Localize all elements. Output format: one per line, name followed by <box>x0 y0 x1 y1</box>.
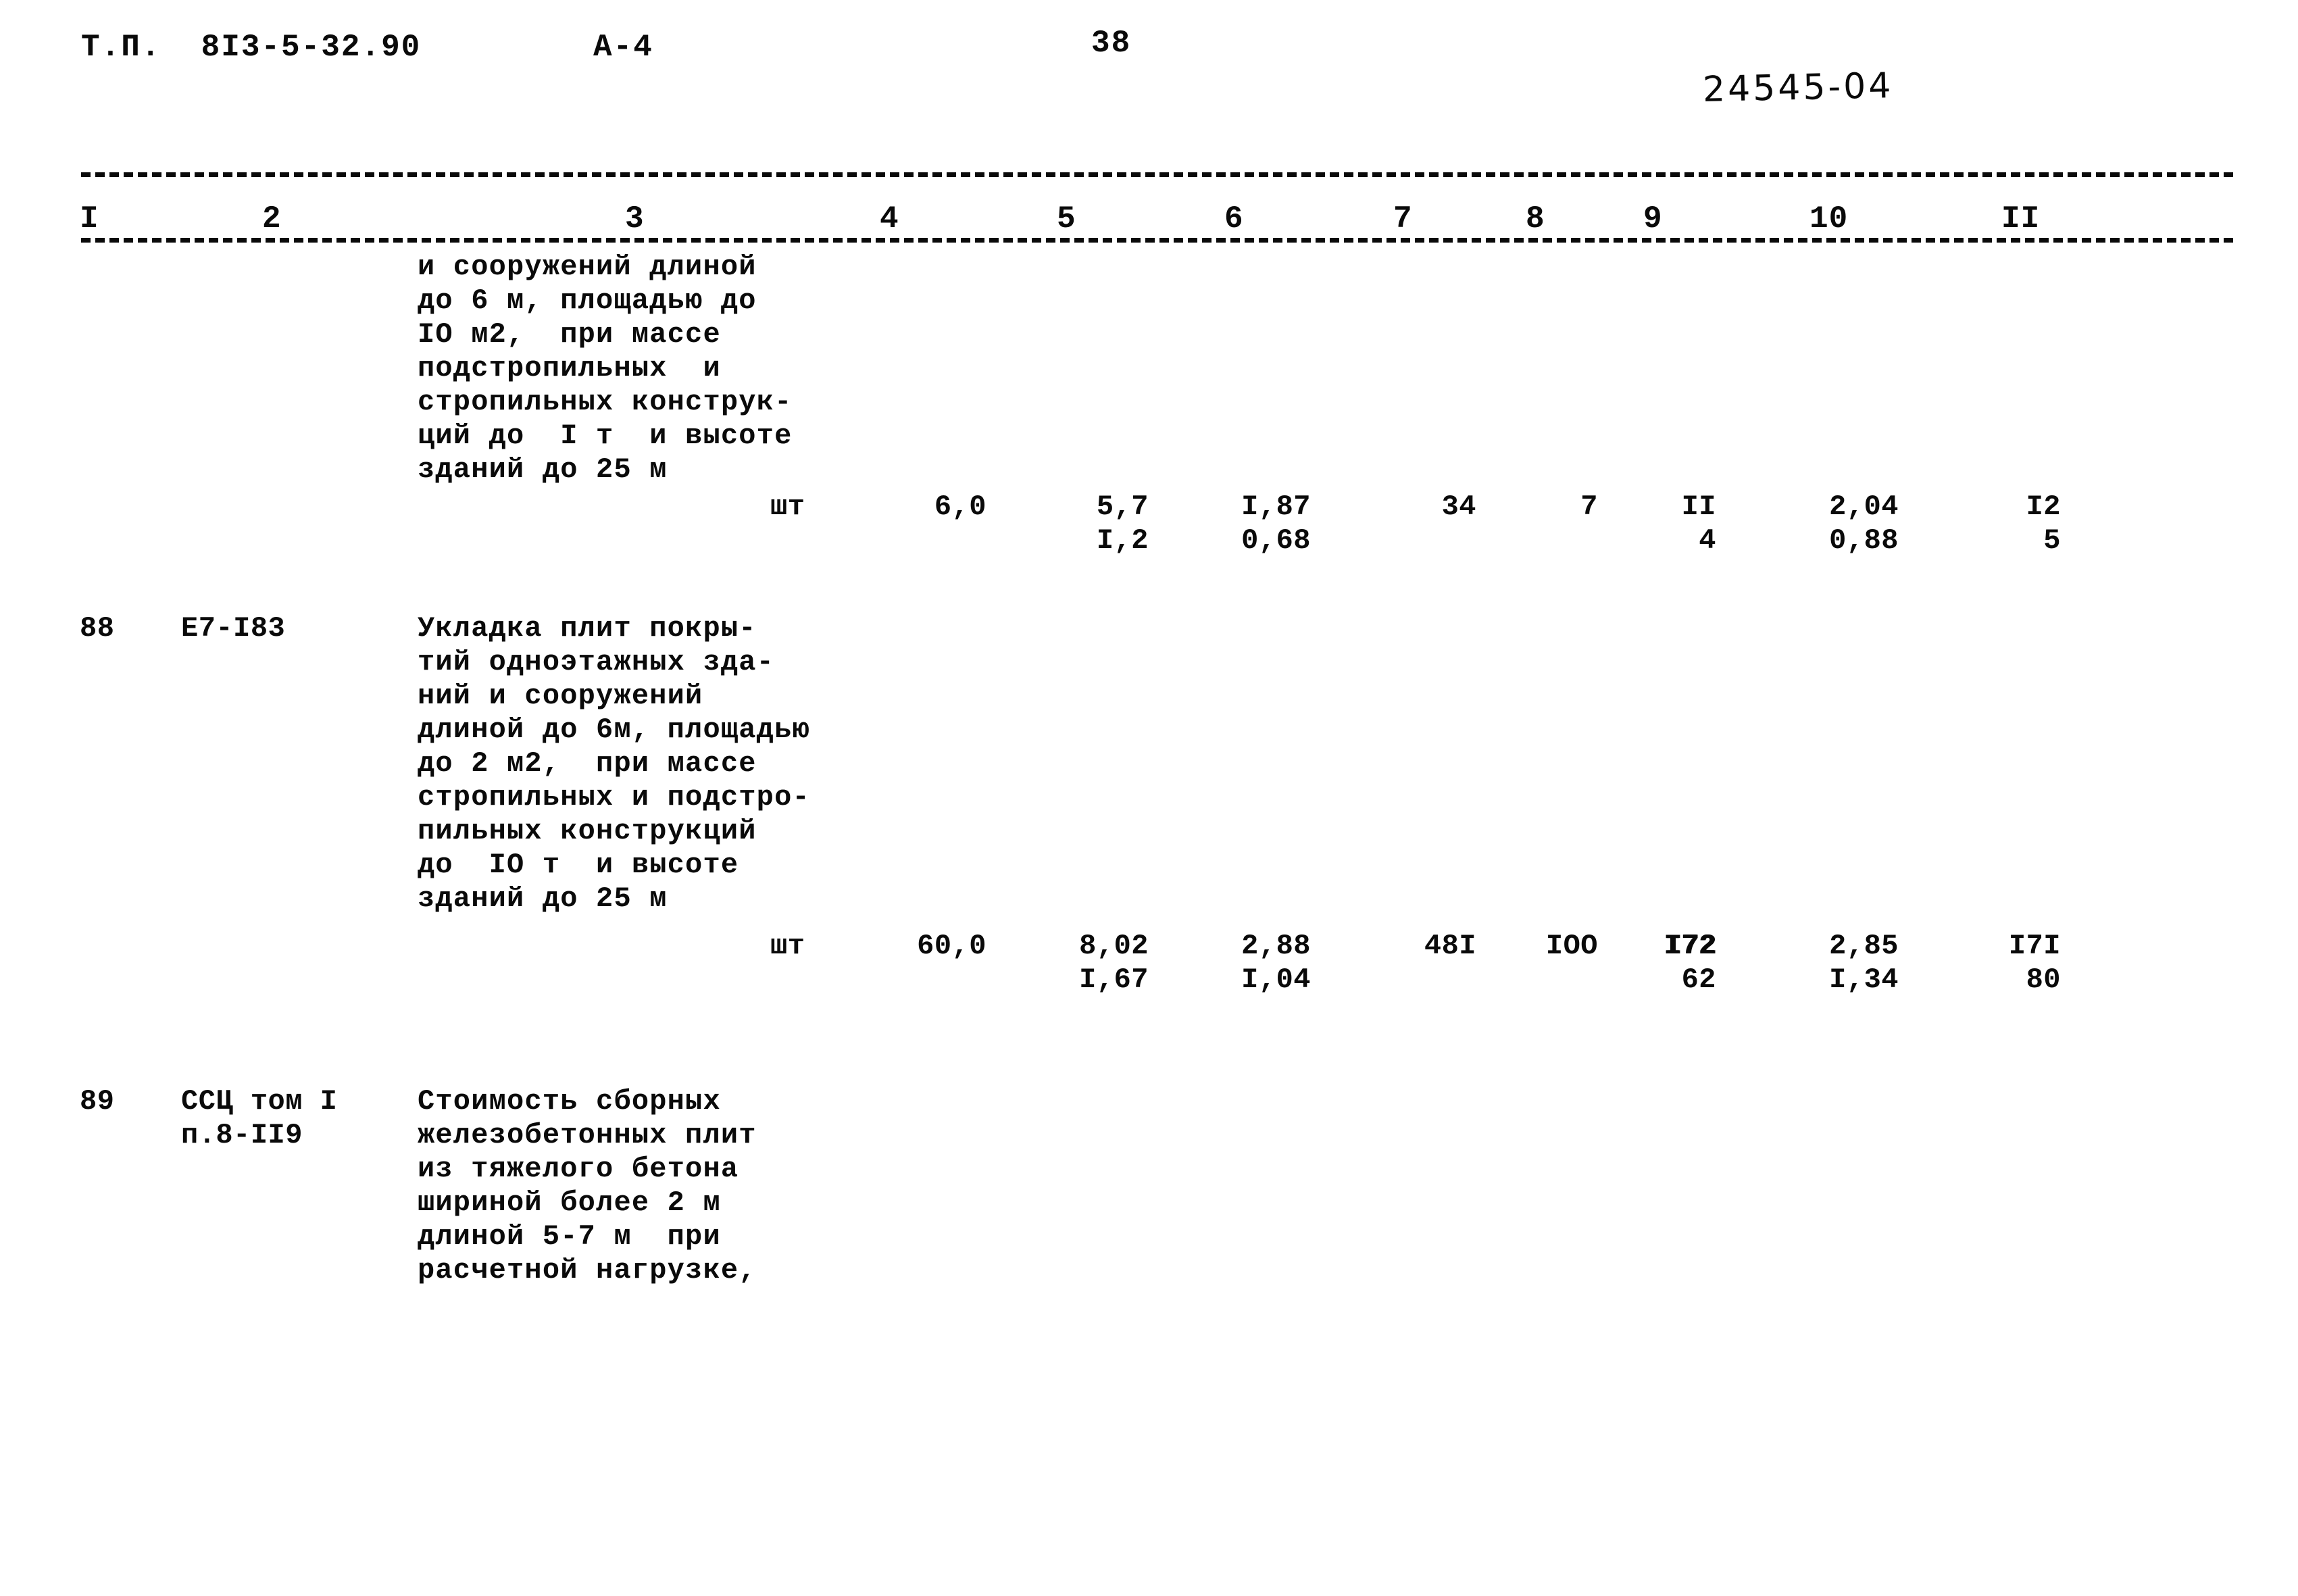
cell-col8: IOO <box>1545 930 1598 962</box>
column-number-8: 8 <box>1526 201 1545 236</box>
cell-description: Укладка плит покры- тий одноэтажных зда-… <box>418 612 810 915</box>
cell-col11-upper: I2 <box>2026 491 2061 523</box>
column-number-7: 7 <box>1393 201 1413 236</box>
cell-col11-lower: 5 <box>2043 524 2061 557</box>
table-header-bottom-rule <box>81 238 2233 243</box>
cell-col8: 7 <box>1580 491 1598 523</box>
column-number-5: 5 <box>1057 201 1076 236</box>
cell-norm-code: ССЦ том I п.8-II9 <box>181 1085 338 1151</box>
cell-col11-lower: 80 <box>2026 964 2061 996</box>
cell-row-number: 89 <box>80 1085 115 1118</box>
column-number-4: 4 <box>880 201 899 236</box>
cell-col11: I7I 80 <box>1980 929 2061 997</box>
cell-col9-upper: I72 <box>1664 930 1716 962</box>
cell-col6: 2,88 I,04 <box>1216 929 1311 997</box>
cell-col7: 48I <box>1424 930 1476 962</box>
cell-col10-lower: 0,88 <box>1829 524 1899 557</box>
column-number-10: 10 <box>1809 201 1849 236</box>
cell-col4: 60,0 <box>917 930 986 962</box>
column-number-II: II <box>2001 201 2041 236</box>
cell-col11: I2 5 <box>1980 490 2061 557</box>
cell-description: Стоимость сборных железобетонных плит из… <box>418 1085 757 1287</box>
cell-col7: 34 <box>1441 491 1476 523</box>
cell-col5-lower: I,2 <box>1096 524 1149 557</box>
cell-description: и сооружений длиной до 6 м, площадью до … <box>418 251 793 486</box>
cell-col10-upper: 2,04 <box>1829 491 1899 523</box>
page-number: 38 <box>1091 26 1132 61</box>
cell-col11-upper: I7I <box>2008 930 2061 962</box>
cell-col5-upper: 5,7 <box>1096 491 1149 523</box>
cell-col10: 2,04 0,88 <box>1797 490 1899 557</box>
cell-col6-lower: 0,68 <box>1241 524 1311 557</box>
column-number-2: 2 <box>262 201 282 236</box>
cell-col6: I,87 0,68 <box>1216 490 1311 557</box>
cell-col5: 5,7 I,2 <box>1054 490 1149 557</box>
column-number-9: 9 <box>1643 201 1663 236</box>
cell-col9: I72 62 <box>1635 929 1716 997</box>
cell-unit: шт <box>770 930 805 962</box>
cell-col6-lower: I,04 <box>1241 964 1311 996</box>
table-top-rule <box>81 172 2233 177</box>
column-number-3: 3 <box>625 201 645 236</box>
cell-col6-upper: 2,88 <box>1241 930 1311 962</box>
cell-col9-lower: 62 <box>1681 964 1716 996</box>
cell-col4: 6,0 <box>934 491 986 523</box>
cell-col5-lower: I,67 <box>1079 964 1149 996</box>
document-code: Т.П. 8I3-5-32.90 <box>81 30 422 65</box>
cell-norm-code: Е7-I83 <box>181 612 286 645</box>
cell-col6-upper: I,87 <box>1241 491 1311 523</box>
document-page: Т.П. 8I3-5-32.90 А-4 38 24545-04 I234567… <box>0 0 2298 1596</box>
column-number-I: I <box>80 201 99 236</box>
cell-col10: 2,85 I,34 <box>1797 929 1899 997</box>
cell-col10-lower: I,34 <box>1829 964 1899 996</box>
column-number-6: 6 <box>1224 201 1244 236</box>
cell-col5-upper: 8,02 <box>1079 930 1149 962</box>
handwritten-archive-code: 24545-04 <box>1702 66 1894 110</box>
cell-row-number: 88 <box>80 612 115 645</box>
cell-col9-lower: 4 <box>1699 524 1716 557</box>
cell-col9: II 4 <box>1635 490 1716 557</box>
cell-col9-upper: II <box>1681 491 1716 523</box>
cell-unit: шт <box>770 491 805 523</box>
cell-col10-upper: 2,85 <box>1829 930 1899 962</box>
sheet-label: А-4 <box>593 30 653 65</box>
cell-col5: 8,02 I,67 <box>1054 929 1149 997</box>
